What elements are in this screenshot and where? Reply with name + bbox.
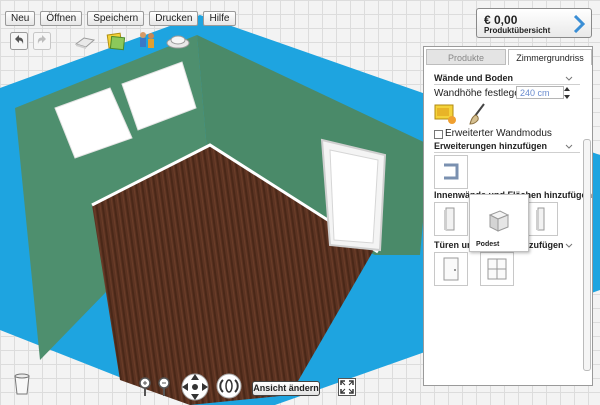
trash-icon[interactable] [12,372,32,396]
wallpaper-icon[interactable] [106,31,126,51]
tab-room-plan[interactable]: Zimmergrundriss [508,49,592,65]
podest-label: Podest [476,241,500,248]
column-icon [536,207,545,231]
extension-niche-item[interactable] [434,155,468,189]
menu-save-button[interactable]: Speichern [87,11,145,26]
people-icon[interactable] [137,30,157,52]
move-icon[interactable] [180,372,210,402]
wall-height-input[interactable] [516,86,564,99]
change-view-button[interactable]: Ansicht ändern [252,381,320,396]
zoom-in-icon[interactable] [138,377,152,397]
door-item[interactable] [434,252,468,286]
floor-icon[interactable] [74,33,96,49]
chevron-right-icon [573,15,585,33]
product-overview-button[interactable]: € 0,00 Produktübersicht [476,8,592,38]
chevron-down-icon[interactable] [564,241,574,251]
interior-column-item[interactable] [524,202,558,236]
menu-help-button[interactable]: Hilfe [203,11,236,26]
door-icon [443,257,459,281]
section-walls-floor[interactable]: Wände und Boden [434,73,513,83]
divider [434,84,580,85]
wall-height-stepper[interactable] [563,85,571,101]
fullscreen-icon[interactable] [338,378,356,396]
rotate-icon[interactable] [215,372,243,400]
lamp-icon[interactable] [165,31,191,51]
menu-new-button[interactable]: Neu [5,11,36,26]
interior-wall-item[interactable] [434,202,468,236]
podest-icon [488,210,510,232]
niche-icon [444,163,459,180]
wall-height-label: Wandhöhe festlegen: [434,88,529,99]
product-overview-label: Produktübersicht [484,26,551,35]
menu-print-button[interactable]: Drucken [149,11,199,26]
wall-panel-icon [444,207,455,231]
zoom-out-icon[interactable] [157,377,171,397]
redo-icon[interactable] [33,32,51,50]
chevron-down-icon[interactable] [564,74,574,84]
advanced-wall-mode-checkbox[interactable] [434,130,443,139]
section-add-extensions[interactable]: Erweiterungen hinzufügen [434,141,547,151]
brush-icon[interactable] [466,102,490,126]
menu-open-button[interactable]: Öffnen [40,11,83,26]
tab-products[interactable]: Produkte [426,49,506,65]
undo-icon[interactable] [10,32,28,50]
window-icon [487,258,507,280]
total-price: € 0,00 [484,13,518,27]
main-menu: Neu Öffnen Speichern Drucken Hilfe [5,11,236,26]
chevron-down-icon[interactable] [564,142,574,152]
paint-icon[interactable] [434,103,458,125]
podest-tooltip: Podest [469,194,529,252]
window-item[interactable] [480,252,514,286]
divider [434,152,580,153]
advanced-wall-mode-label[interactable]: Erweiterter Wandmodus [445,128,552,139]
panel-scrollbar[interactable] [583,139,591,371]
